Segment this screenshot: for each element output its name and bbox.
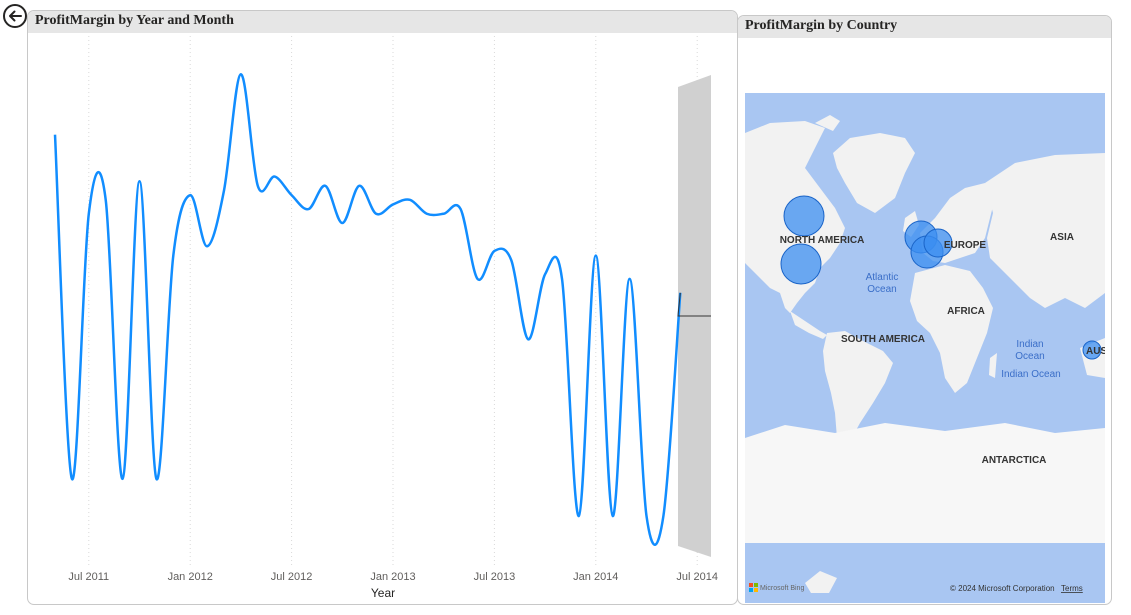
label-atlantic: Atlantic bbox=[866, 272, 899, 283]
label-aus: AUS bbox=[1086, 346, 1105, 357]
label-europe: EUROPE bbox=[944, 240, 987, 251]
label-asia: ASIA bbox=[1050, 232, 1074, 243]
svg-text:Microsoft Bing: Microsoft Bing bbox=[760, 585, 804, 592]
x-tick-label: Jan 2014 bbox=[573, 571, 618, 583]
label-indian-ocean-2: Indian Ocean bbox=[1001, 369, 1061, 380]
map-visual[interactable]: ProfitMargin by Country NORTH AMERICA EU… bbox=[737, 15, 1112, 605]
profit-margin-line[interactable] bbox=[53, 72, 682, 547]
map-canvas[interactable]: NORTH AMERICA EUROPE ASIA AFRICA SOUTH A… bbox=[745, 93, 1105, 603]
x-tick-label: Jul 2011 bbox=[68, 571, 109, 583]
bubble-canada[interactable] bbox=[783, 195, 825, 237]
world-map: NORTH AMERICA EUROPE ASIA AFRICA SOUTH A… bbox=[745, 93, 1105, 603]
back-arrow-icon bbox=[3, 4, 27, 28]
line-chart: Jul 2011 Jan 2012 Jul 2012 Jan 2013 Jul 2013… bbox=[53, 36, 718, 600]
x-tick-label: Jan 2012 bbox=[168, 571, 213, 583]
label-north-america: NORTH AMERICA bbox=[780, 235, 865, 246]
map-attribution: © 2024 Microsoft Corporation bbox=[950, 584, 1055, 593]
x-tick-label: Jul 2013 bbox=[474, 571, 516, 583]
x-axis-title: Year bbox=[371, 586, 395, 600]
x-tick-label: Jul 2012 bbox=[271, 571, 313, 583]
label-indian: Indian bbox=[1016, 339, 1043, 350]
label-indian-ocean: Ocean bbox=[1015, 351, 1044, 362]
x-tick-label: Jul 2014 bbox=[676, 571, 718, 583]
label-africa: AFRICA bbox=[947, 306, 985, 317]
bubble-united-states[interactable] bbox=[780, 243, 822, 285]
label-atlantic-ocean: Ocean bbox=[867, 284, 896, 295]
map-terms-link[interactable]: Terms bbox=[1061, 584, 1083, 593]
x-tick-label: Jan 2013 bbox=[370, 571, 415, 583]
visual-title: ProfitMargin by Country bbox=[745, 18, 898, 33]
label-south-america: SOUTH AMERICA bbox=[841, 334, 925, 345]
back-button[interactable] bbox=[2, 3, 28, 29]
label-antarctica: ANTARCTICA bbox=[982, 455, 1047, 466]
visual-header: ProfitMargin by Country bbox=[738, 16, 1111, 38]
line-chart-visual[interactable]: ProfitMargin by Year and Month Jul 2011 J… bbox=[27, 10, 738, 605]
